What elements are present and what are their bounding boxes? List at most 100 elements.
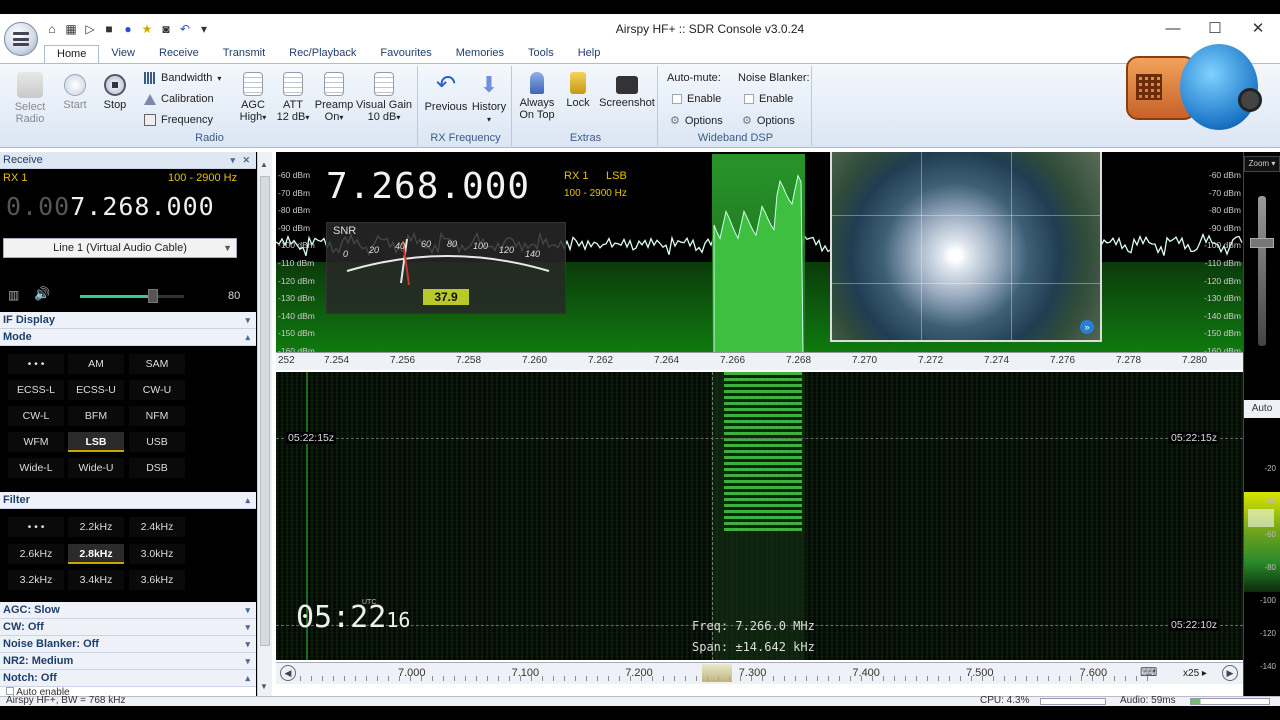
scroll-thumb[interactable] bbox=[260, 176, 270, 646]
camera-icon[interactable]: ◙ bbox=[158, 21, 174, 37]
zoom-slider-thumb[interactable] bbox=[1250, 238, 1274, 248]
mode-header[interactable]: Mode ▴ bbox=[0, 329, 256, 346]
application-menu-button[interactable] bbox=[4, 22, 38, 56]
noise-blanker-options[interactable]: ⚙ Options bbox=[742, 114, 795, 128]
calibration-button[interactable]: Calibration bbox=[144, 93, 214, 105]
mode-ecss-l-button[interactable]: ECSS-L bbox=[8, 380, 64, 400]
tab-memories[interactable]: Memories bbox=[444, 45, 516, 63]
zoom-slider[interactable] bbox=[1258, 196, 1266, 346]
mode-cw-u-button[interactable]: CW-U bbox=[129, 380, 185, 400]
tab-help[interactable]: Help bbox=[566, 45, 613, 63]
customize-icon[interactable]: ▾ bbox=[196, 21, 212, 37]
mode-nfm-button[interactable]: NFM bbox=[129, 406, 185, 426]
auto-mute-options[interactable]: ⚙ Options bbox=[670, 114, 723, 128]
filter-3-2-button[interactable]: 3.2kHz bbox=[8, 570, 64, 590]
previous-button[interactable]: ↶ Previous bbox=[424, 72, 468, 114]
filter-3-4-button[interactable]: 3.4kHz bbox=[68, 570, 124, 590]
play-icon[interactable]: ▷ bbox=[82, 21, 98, 37]
tab-view[interactable]: View bbox=[99, 45, 147, 63]
lock-button[interactable]: Lock bbox=[560, 72, 596, 109]
noise-blanker-enable[interactable]: Enable bbox=[744, 93, 793, 105]
equalizer-icon[interactable]: ▥ bbox=[8, 288, 19, 302]
record-icon[interactable]: ● bbox=[120, 21, 136, 37]
display-frequency[interactable]: 7.268.000 bbox=[326, 166, 530, 207]
band-window-marker[interactable] bbox=[702, 664, 732, 682]
noise-blanker-setting[interactable]: Noise Blanker: Off ▾ bbox=[0, 636, 256, 653]
filter-2-6-button[interactable]: 2.6kHz bbox=[8, 544, 64, 564]
auto-button[interactable]: Auto bbox=[1244, 400, 1280, 418]
gradient-handle[interactable] bbox=[1248, 509, 1274, 527]
preamp-value: On bbox=[324, 111, 340, 123]
mode-usb-button[interactable]: USB bbox=[129, 432, 185, 452]
frequency-button[interactable]: Frequency bbox=[144, 114, 213, 126]
frequency-axis[interactable]: 252 7.254 7.256 7.258 7.260 7.262 7.264 7.266 7.… bbox=[276, 352, 1243, 370]
undo-icon[interactable]: ↶ bbox=[177, 21, 193, 37]
stop-icon[interactable]: ■ bbox=[101, 21, 117, 37]
mode-ecss-u-button[interactable]: ECSS-U bbox=[68, 380, 124, 400]
volume-thumb[interactable] bbox=[147, 289, 158, 303]
zoom-dropdown[interactable]: Zoom ▾ bbox=[1244, 156, 1280, 172]
scroll-down-icon[interactable]: ▼ bbox=[260, 682, 268, 691]
auto-mute-enable[interactable]: Enable bbox=[672, 93, 721, 105]
tab-receive[interactable]: Receive bbox=[147, 45, 211, 63]
tab-favourites[interactable]: Favourites bbox=[368, 45, 443, 63]
spectrum-display[interactable]: -60 dBm -70 dBm -80 dBm -90 dBm -100 dBm -110… bbox=[276, 152, 1243, 362]
stop-button[interactable]: Stop bbox=[96, 72, 134, 111]
history-button[interactable]: ⬇ History ▾ bbox=[468, 72, 510, 126]
color-gradient-bar[interactable] bbox=[1244, 492, 1280, 592]
snr-tick-label: 120 bbox=[499, 244, 515, 255]
home-icon[interactable]: ⌂ bbox=[44, 21, 60, 37]
waterfall-display[interactable]: 05:22:15z 05:22:15z 05:22:10z UTC 05:221… bbox=[276, 372, 1243, 660]
tab-home[interactable]: Home bbox=[44, 45, 100, 63]
mode-lsb-button[interactable]: LSB bbox=[68, 432, 124, 452]
scroll-left-button[interactable]: ◀ bbox=[280, 665, 296, 681]
filter-more-button[interactable]: • • • bbox=[8, 517, 64, 537]
scroll-right-button[interactable]: ▶ bbox=[1222, 665, 1238, 681]
filter-2-2-button[interactable]: 2.2kHz bbox=[68, 517, 124, 537]
agc-button[interactable]: AGC High▾ bbox=[234, 72, 272, 124]
bandwidth-button[interactable]: Bandwidth ▾ bbox=[144, 72, 221, 84]
star-icon[interactable]: ★ bbox=[139, 21, 155, 37]
scroll-up-icon[interactable]: ▲ bbox=[260, 160, 268, 169]
always-on-top-button[interactable]: Always On Top bbox=[516, 72, 558, 121]
grid-icon[interactable]: ▦ bbox=[63, 21, 79, 37]
if-display-header[interactable]: IF Display ▾ bbox=[0, 312, 256, 329]
visual-gain-button[interactable]: Visual Gain 10 dB▾ bbox=[354, 72, 414, 124]
tab-transmit[interactable]: Transmit bbox=[211, 45, 277, 63]
nr2-setting[interactable]: NR2: Medium ▾ bbox=[0, 653, 256, 670]
mode-wide-u-button[interactable]: Wide-U bbox=[68, 458, 124, 478]
filter-2-4-button[interactable]: 2.4kHz bbox=[129, 517, 185, 537]
receive-frequency-readout[interactable]: 0.007.268.000 bbox=[6, 192, 215, 221]
mode-wfm-button[interactable]: WFM bbox=[8, 432, 64, 452]
mode-dsb-button[interactable]: DSB bbox=[129, 458, 185, 478]
dropdown-arrow-icon[interactable]: ▾ ✕ bbox=[230, 152, 250, 169]
filter-3-0-button[interactable]: 3.0kHz bbox=[129, 544, 185, 564]
filter-2-8-button[interactable]: 2.8kHz bbox=[68, 544, 124, 564]
agc-setting[interactable]: AGC: Slow ▾ bbox=[0, 602, 256, 619]
cw-setting[interactable]: CW: Off ▾ bbox=[0, 619, 256, 636]
mode-bfm-button[interactable]: BFM bbox=[68, 406, 124, 426]
mode-more-button[interactable]: • • • bbox=[8, 354, 64, 374]
speaker-icon[interactable]: 🔊 bbox=[34, 286, 50, 302]
filter-3-6-button[interactable]: 3.6kHz bbox=[129, 570, 185, 590]
zoom-scale-label: -100 bbox=[1259, 596, 1276, 605]
keyboard-icon[interactable]: ⌨ bbox=[1140, 665, 1157, 679]
mode-sam-button[interactable]: SAM bbox=[129, 354, 185, 374]
mode-am-button[interactable]: AM bbox=[68, 354, 124, 374]
notch-setting[interactable]: Notch: Off ▴ bbox=[0, 670, 256, 687]
select-radio-button[interactable]: Select Radio bbox=[6, 72, 54, 125]
screenshot-button[interactable]: Screenshot bbox=[598, 72, 656, 109]
expand-icon[interactable]: » bbox=[1080, 320, 1094, 334]
tab-tools[interactable]: Tools bbox=[516, 45, 566, 63]
preamp-button[interactable]: Preamp On▾ bbox=[312, 72, 356, 124]
zoom-step-select[interactable]: x25 ▸ bbox=[1170, 665, 1220, 682]
mode-wide-l-button[interactable]: Wide-L bbox=[8, 458, 64, 478]
att-button[interactable]: ATT 12 dB▾ bbox=[274, 72, 312, 124]
audio-device-select[interactable]: Line 1 (Virtual Audio Cable) ▼ bbox=[3, 238, 237, 258]
mode-cw-l-button[interactable]: CW-L bbox=[8, 406, 64, 426]
start-button[interactable]: Start bbox=[56, 72, 94, 111]
filter-header[interactable]: Filter ▴ bbox=[0, 492, 256, 509]
volume-slider[interactable] bbox=[80, 289, 184, 303]
tab-rec-playback[interactable]: Rec/Playback bbox=[277, 45, 368, 63]
left-panel-scrollbar[interactable]: ▲ ▼ bbox=[257, 152, 272, 696]
